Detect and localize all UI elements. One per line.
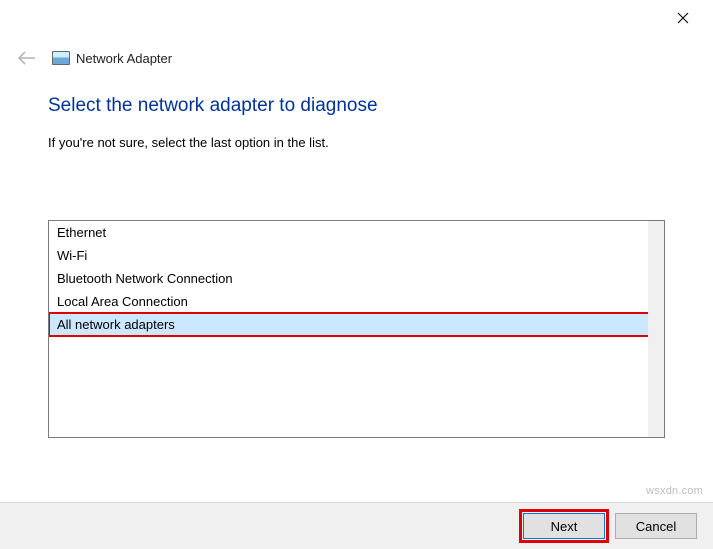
- content-area: Select the network adapter to diagnose I…: [0, 69, 713, 438]
- next-button[interactable]: Next: [523, 513, 605, 539]
- list-item-label: All network adapters: [57, 317, 175, 332]
- cancel-button[interactable]: Cancel: [615, 513, 697, 539]
- adapter-listbox[interactable]: Ethernet Wi-Fi Bluetooth Network Connect…: [48, 220, 665, 438]
- header-bar: Network Adapter: [0, 36, 713, 69]
- scrollbar-track[interactable]: [648, 221, 664, 437]
- titlebar: [0, 0, 713, 36]
- wizard-footer: Next Cancel: [0, 502, 713, 549]
- list-item-label: Bluetooth Network Connection: [57, 271, 233, 286]
- window-title: Network Adapter: [76, 51, 172, 66]
- close-icon: [677, 12, 689, 24]
- list-item[interactable]: Ethernet: [49, 221, 648, 244]
- list-item-label: Ethernet: [57, 225, 106, 240]
- list-item-label: Local Area Connection: [57, 294, 188, 309]
- page-heading: Select the network adapter to diagnose: [48, 95, 665, 117]
- network-adapter-icon: [52, 51, 70, 65]
- watermark: wsxdn.com: [646, 485, 703, 497]
- list-item[interactable]: Wi-Fi: [49, 244, 648, 267]
- back-button: [16, 47, 38, 69]
- list-item[interactable]: Bluetooth Network Connection: [49, 267, 648, 290]
- list-item[interactable]: Local Area Connection: [49, 290, 648, 313]
- app-title-group: Network Adapter: [52, 51, 172, 66]
- arrow-left-icon: [17, 51, 37, 65]
- close-button[interactable]: [661, 4, 705, 32]
- list-item-selected[interactable]: All network adapters: [49, 313, 652, 336]
- list-item-label: Wi-Fi: [57, 248, 87, 263]
- page-subtext: If you're not sure, select the last opti…: [48, 135, 665, 150]
